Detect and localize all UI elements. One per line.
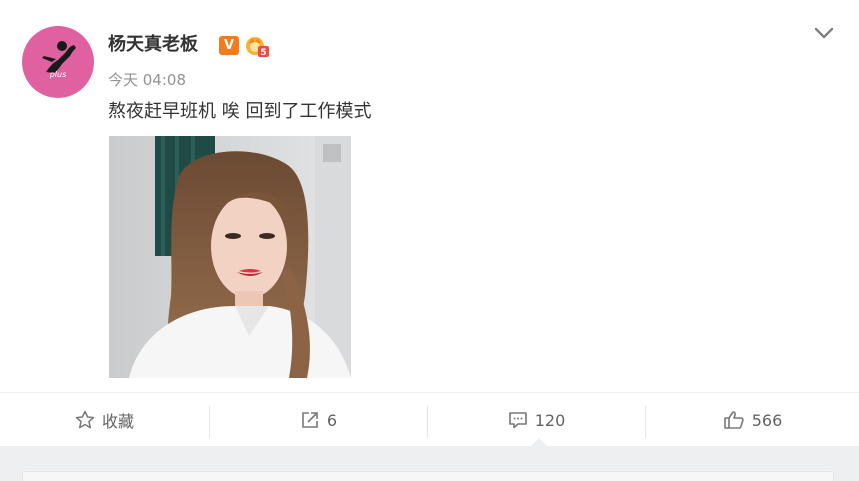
- comment-caret: [530, 438, 548, 447]
- post-timestamp[interactable]: 今天 04:08: [108, 70, 186, 90]
- level-badge-number: 5: [260, 48, 266, 58]
- post-photo[interactable]: [109, 136, 351, 378]
- favorite-label: 收藏: [101, 412, 134, 431]
- author-name[interactable]: 杨天真老板: [108, 33, 198, 57]
- share-icon: [302, 412, 318, 428]
- thumbs-up-icon: [723, 411, 744, 429]
- repost-count: 6: [326, 410, 338, 430]
- verified-badge-icon: V: [219, 36, 239, 55]
- repost-button[interactable]: 6: [210, 393, 427, 447]
- like-button[interactable]: 566: [646, 393, 859, 447]
- weibo-post-card: plus 杨天真老板 V 5 今天 04:08 熬夜赶早班机 唉 回到了工作模式: [0, 0, 859, 446]
- avatar-logo-text: plus: [49, 70, 67, 79]
- level-badge-icon: 5: [246, 37, 269, 58]
- comment-panel: [22, 471, 834, 481]
- chevron-down-icon[interactable]: [812, 22, 836, 44]
- action-bar: 收藏 6 120 566: [0, 392, 859, 446]
- post-photo-image: [109, 136, 351, 378]
- comment-icon: [508, 412, 527, 429]
- post-text: 熬夜赶早班机 唉 回到了工作模式: [108, 101, 372, 122]
- star-icon: [75, 410, 95, 429]
- comment-count: 120: [534, 410, 566, 430]
- like-count: 566: [751, 410, 783, 430]
- favorite-button[interactable]: 收藏: [0, 393, 209, 447]
- avatar[interactable]: plus: [22, 26, 94, 98]
- avatar-silhouette-icon: [42, 41, 76, 73]
